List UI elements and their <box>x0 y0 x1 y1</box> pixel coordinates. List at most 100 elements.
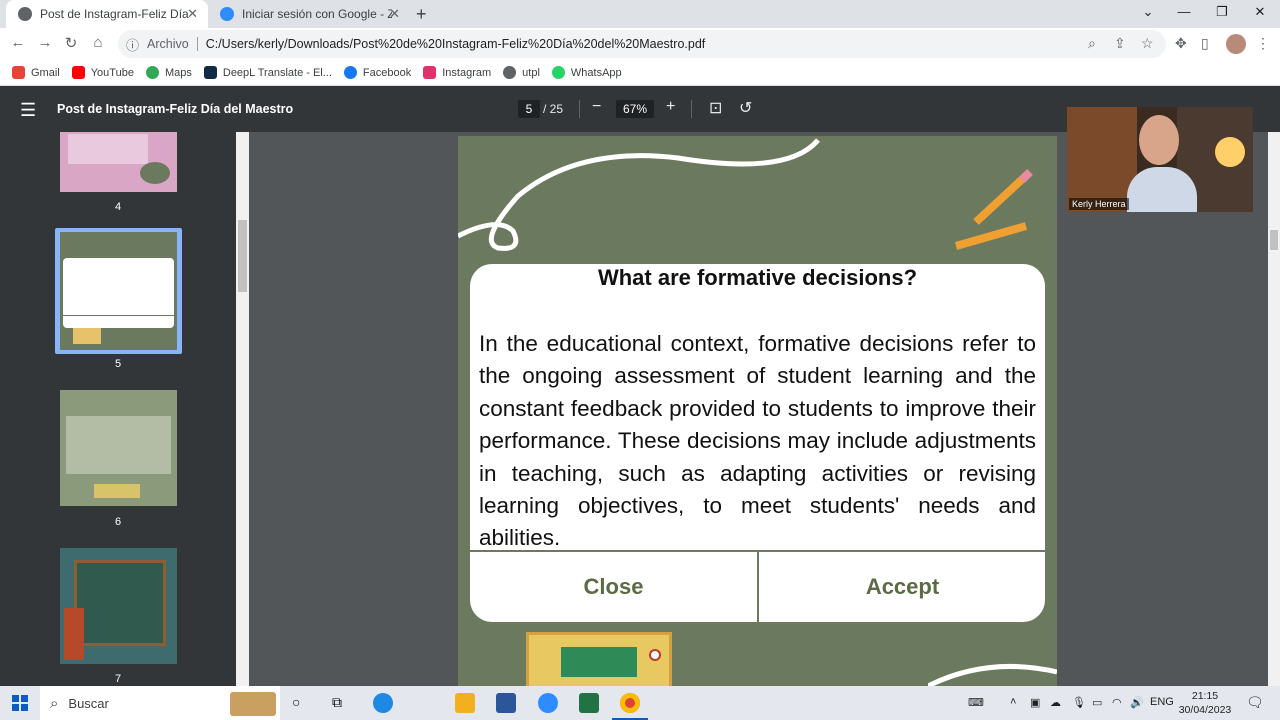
thumbnail-page-4[interactable] <box>60 132 177 192</box>
zoom-lens-icon[interactable]: ⌕ <box>1088 35 1096 52</box>
zoom-in-button[interactable]: + <box>666 98 675 116</box>
close-button[interactable]: Close <box>470 552 757 622</box>
thumbnail-sidebar: 4 5 6 7 <box>0 132 236 686</box>
close-icon[interactable]: ✕ <box>389 6 400 22</box>
whatsapp-icon <box>551 66 565 79</box>
thumbnail-label: 4 <box>114 201 122 213</box>
clock[interactable]: 21:15 30/04/2023 <box>1174 689 1236 717</box>
microphone-icon[interactable]: 🎙 <box>1072 696 1086 709</box>
wifi-icon[interactable]: ◠ <box>1112 696 1122 709</box>
deepl-icon <box>203 66 217 79</box>
volume-icon[interactable]: 🔊 <box>1130 696 1144 709</box>
share-icon[interactable]: ⇪ <box>1114 35 1126 52</box>
chevron-up-icon[interactable]: ˄ <box>1010 696 1016 708</box>
scheme-label: Archivo <box>147 37 189 51</box>
instagram-icon <box>423 66 437 79</box>
tab-zoom[interactable]: Iniciar sesión con Google - Zoom ✕ <box>208 0 410 28</box>
page-total: / 25 <box>543 102 564 116</box>
thumbnail-page-5[interactable] <box>60 232 177 350</box>
scrollbar-thumb[interactable] <box>1270 230 1278 250</box>
zoom-icon <box>220 7 234 21</box>
maximize-button[interactable]: ❐ <box>1208 4 1236 20</box>
home-icon[interactable]: ⌂ <box>88 34 108 51</box>
bookmark-label: Facebook <box>362 66 412 79</box>
reload-icon[interactable]: ↻ <box>61 34 81 52</box>
thumbnail-page-6[interactable] <box>60 390 177 506</box>
notifications-icon[interactable]: 🗨 <box>1246 694 1264 711</box>
zoom-app-icon[interactable] <box>538 693 558 713</box>
zoom-video-tile[interactable]: Kerly Herrera <box>1067 107 1253 212</box>
keyboard-icon[interactable]: ⌨ <box>968 696 984 709</box>
bookmark-utpl[interactable]: utpl <box>503 66 540 79</box>
back-icon[interactable]: ← <box>8 34 28 51</box>
star-icon[interactable]: ☆ <box>1141 35 1154 52</box>
address-bar[interactable]: ⓘ Archivo C:/Users/kerly/Downloads/Post%… <box>118 30 1166 58</box>
thumbnail-label: 7 <box>114 673 122 685</box>
extensions-icon[interactable]: ✥ <box>1175 35 1187 52</box>
bookmark-instagram[interactable]: Instagram <box>423 66 491 79</box>
windows-start-icon[interactable] <box>12 695 28 711</box>
page-number-input[interactable]: 5 <box>518 100 540 118</box>
globe-icon <box>18 7 32 21</box>
bookmark-label: utpl <box>522 66 540 79</box>
bookmark-label: WhatsApp <box>570 66 622 79</box>
bookmark-facebook[interactable]: Facebook <box>343 66 412 79</box>
thumbnail-page-7[interactable] <box>60 548 177 664</box>
bookmark-maps[interactable]: Maps <box>145 66 192 79</box>
tab-title: Iniciar sesión con Google - Zoom <box>242 7 392 21</box>
menu-icon[interactable]: ☰ <box>20 100 36 121</box>
side-panel-icon[interactable]: ▯ <box>1201 35 1209 52</box>
youtube-icon <box>71 66 85 79</box>
search-highlight-icon <box>230 692 276 716</box>
taskbar-search[interactable]: ⌕ Buscar <box>40 686 280 720</box>
more-menu-icon[interactable]: ⋮ <box>1256 35 1270 52</box>
bookmark-youtube[interactable]: YouTube <box>71 66 134 79</box>
main-scrollbar[interactable] <box>1268 132 1280 686</box>
window-close-button[interactable]: ✕ <box>1246 4 1274 20</box>
chrome-icon[interactable] <box>620 693 640 713</box>
bookmark-label: DeepL Translate - El... <box>222 66 332 79</box>
bookmark-label: Maps <box>164 66 192 79</box>
bookmark-whatsapp[interactable]: WhatsApp <box>551 66 622 79</box>
info-icon[interactable]: ⓘ <box>126 35 139 54</box>
cortana-icon[interactable]: ○ <box>292 694 300 710</box>
fit-page-icon[interactable]: ⊡ <box>709 98 722 118</box>
divider <box>579 100 580 118</box>
bookmarks-bar: Gmail YouTube Maps DeepL Translate - El.… <box>0 60 1280 86</box>
thumbnail-label: 6 <box>114 516 122 528</box>
clock-time: 21:15 <box>1191 690 1219 702</box>
dialog-title: What are formative decisions? <box>597 265 918 290</box>
clock-date: 30/04/2023 <box>1178 704 1232 716</box>
avatar[interactable] <box>1226 34 1246 54</box>
zoom-level-input[interactable]: 67% <box>616 100 654 118</box>
tab-title: Post de Instagram-Feliz Día del M <box>40 7 190 21</box>
globe-icon <box>503 66 517 79</box>
thumbnail-label: 5 <box>114 358 122 370</box>
cloud-icon[interactable]: ☁ <box>1050 696 1061 709</box>
zoom-out-button[interactable]: − <box>592 98 601 116</box>
tab-pdf[interactable]: Post de Instagram-Feliz Día del M ✕ <box>6 0 208 28</box>
word-icon[interactable] <box>496 693 516 713</box>
file-explorer-icon[interactable] <box>455 693 475 713</box>
bookmark-gmail[interactable]: Gmail <box>12 66 60 79</box>
battery-icon[interactable]: ▭ <box>1092 696 1102 709</box>
minimize-button[interactable]: — <box>1170 4 1198 19</box>
sidebar-scrollbar[interactable] <box>236 132 249 686</box>
search-icon: ⌕ <box>50 694 59 712</box>
edge-icon[interactable] <box>373 693 393 713</box>
pencil-icon <box>954 169 1033 250</box>
scrollbar-thumb[interactable] <box>238 220 247 292</box>
new-tab-button[interactable]: + <box>416 4 427 25</box>
close-icon[interactable]: ✕ <box>187 6 198 22</box>
bookmark-deepl[interactable]: DeepL Translate - El... <box>203 66 332 79</box>
tab-search-icon[interactable]: ⌄ <box>1134 4 1162 20</box>
rotate-icon[interactable]: ↺ <box>739 98 752 118</box>
excel-icon[interactable] <box>579 693 599 713</box>
gmail-icon <box>12 66 25 79</box>
url-text: C:/Users/kerly/Downloads/Post%20de%20Ins… <box>205 37 706 51</box>
meet-now-icon[interactable]: ▣ <box>1030 696 1040 709</box>
accept-button[interactable]: Accept <box>759 552 1045 622</box>
forward-icon[interactable]: → <box>35 34 55 51</box>
task-view-icon[interactable]: ⧉ <box>332 694 342 711</box>
language-indicator[interactable]: ENG <box>1150 696 1174 708</box>
